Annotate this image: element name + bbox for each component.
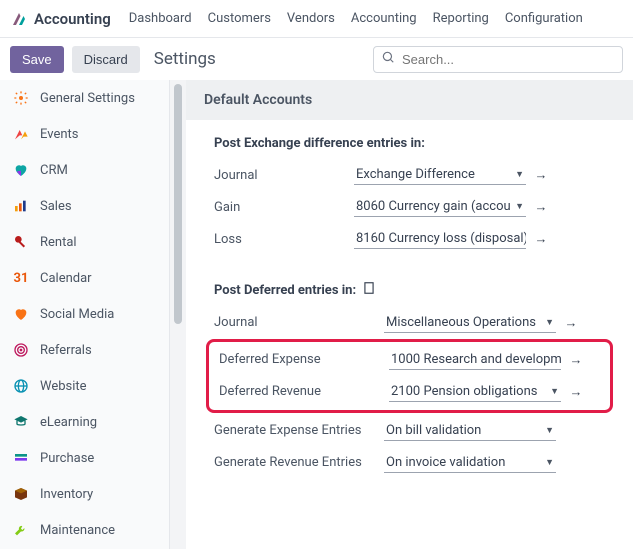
journal-label: Journal [214, 168, 354, 183]
nav-accounting[interactable]: Accounting [351, 11, 417, 26]
sidebar-item-calendar[interactable]: 31 Calendar [0, 260, 169, 296]
events-icon [12, 125, 30, 143]
wrench-icon [12, 521, 30, 539]
sidebar-item-purchase[interactable]: Purchase [0, 440, 169, 476]
external-link-icon[interactable]: → [532, 199, 550, 215]
deferred-journal-select[interactable]: Miscellaneous Operations▼ [384, 313, 556, 333]
sidebar-item-maintenance[interactable]: Maintenance [0, 512, 169, 548]
box-icon [12, 485, 30, 503]
sidebar-item-inventory[interactable]: Inventory [0, 476, 169, 512]
deferred-expense-label: Deferred Expense [219, 352, 389, 369]
external-link-icon[interactable]: → [532, 167, 550, 183]
building-icon [362, 281, 376, 299]
sidebar-item-events[interactable]: Events [0, 116, 169, 152]
app-logo-icon [10, 10, 28, 28]
sidebar-item-label: Sales [40, 199, 72, 214]
sidebar-item-general-settings[interactable]: General Settings [0, 80, 169, 116]
sidebar-item-referrals[interactable]: Referrals [0, 332, 169, 368]
search-wrap [373, 46, 623, 73]
external-link-icon[interactable]: → [532, 231, 550, 247]
sidebar-item-label: Website [40, 379, 87, 394]
sidebar-item-label: Maintenance [40, 523, 115, 538]
sidebar-item-social-media[interactable]: Social Media [0, 296, 169, 332]
chevron-down-icon: ▼ [515, 201, 524, 212]
nav-links: Dashboard Customers Vendors Accounting R… [129, 11, 583, 26]
discard-button[interactable]: Discard [72, 46, 140, 73]
gear-icon [12, 89, 30, 107]
chevron-down-icon: ▼ [545, 317, 554, 328]
calendar-icon: 31 [12, 269, 30, 287]
gain-account-select[interactable]: 8060 Currency gain (account)▼ [354, 197, 526, 217]
deferred-title: Post Deferred entries in: [214, 281, 605, 299]
gen-expense-select[interactable]: On bill validation▼ [384, 421, 556, 441]
nav-dashboard[interactable]: Dashboard [129, 11, 192, 26]
loss-account-select[interactable]: 8160 Currency loss (disposal)▼ [354, 229, 526, 249]
gen-expense-label: Generate Expense Entries [214, 423, 384, 440]
crm-icon [12, 161, 30, 179]
chevron-down-icon: ▼ [545, 457, 554, 468]
sidebar-item-label: Inventory [40, 487, 93, 502]
sales-icon [12, 197, 30, 215]
gen-revenue-select[interactable]: On invoice validation▼ [384, 453, 556, 473]
loss-label: Loss [214, 232, 354, 247]
search-icon [381, 50, 395, 68]
chevron-down-icon: ▼ [550, 386, 559, 397]
gain-label: Gain [214, 200, 354, 215]
deferred-journal-label: Journal [214, 315, 384, 332]
cap-icon [12, 413, 30, 431]
nav-reporting[interactable]: Reporting [433, 11, 489, 26]
deferred-expense-select[interactable]: 1000 Research and development▼ [389, 350, 561, 370]
exchange-title: Post Exchange difference entries in: [214, 136, 605, 151]
action-bar: Save Discard Settings [0, 38, 633, 80]
main-layout: General Settings Events CRM Sales Rental… [0, 80, 633, 549]
highlight-box: Deferred Expense 1000 Research and devel… [206, 339, 613, 413]
search-input[interactable] [373, 46, 623, 73]
chevron-down-icon: ▼ [515, 169, 524, 180]
sidebar-item-sales[interactable]: Sales [0, 188, 169, 224]
target-icon [12, 341, 30, 359]
exchange-journal-select[interactable]: Exchange Difference▼ [354, 165, 526, 185]
settings-content: Default Accounts Post Exchange differenc… [186, 80, 633, 549]
sidebar-item-label: Calendar [40, 271, 92, 286]
sidebar-item-label: Events [40, 127, 78, 142]
sidebar-scrollbar[interactable] [170, 80, 186, 549]
sidebar-item-elearning[interactable]: eLearning [0, 404, 169, 440]
sidebar-item-crm[interactable]: CRM [0, 152, 169, 188]
section-title: Default Accounts [186, 80, 633, 120]
app-brand[interactable]: Accounting [10, 10, 111, 28]
app-name: Accounting [34, 10, 111, 28]
top-nav: Accounting Dashboard Customers Vendors A… [0, 0, 633, 38]
exchange-block: Post Exchange difference entries in: Jou… [186, 120, 633, 265]
sidebar-item-label: Purchase [40, 451, 94, 466]
sidebar-item-label: Social Media [40, 307, 114, 322]
sidebar-item-label: CRM [40, 163, 68, 178]
globe-icon [12, 377, 30, 395]
breadcrumb: Settings [154, 49, 216, 69]
sidebar-item-rental[interactable]: Rental [0, 224, 169, 260]
deferred-block: Post Deferred entries in: Journal Miscel… [186, 265, 633, 489]
purchase-icon [12, 449, 30, 467]
sidebar-item-label: Rental [40, 235, 77, 250]
sidebar-item-label: Referrals [40, 343, 92, 358]
settings-sidebar: General Settings Events CRM Sales Rental… [0, 80, 170, 549]
gen-revenue-label: Generate Revenue Entries [214, 455, 384, 472]
nav-customers[interactable]: Customers [208, 11, 271, 26]
key-icon [12, 233, 30, 251]
deferred-revenue-label: Deferred Revenue [219, 384, 389, 401]
external-link-icon[interactable]: → [562, 315, 580, 331]
save-button[interactable]: Save [10, 46, 64, 73]
chevron-down-icon: ▼ [545, 425, 554, 436]
deferred-revenue-select[interactable]: 2100 Pension obligations▼ [389, 382, 561, 402]
nav-configuration[interactable]: Configuration [505, 11, 583, 26]
sidebar-item-label: General Settings [40, 91, 135, 106]
heart-icon [12, 305, 30, 323]
external-link-icon[interactable]: → [567, 352, 585, 368]
sidebar-item-label: eLearning [40, 415, 97, 430]
sidebar-item-website[interactable]: Website [0, 368, 169, 404]
external-link-icon[interactable]: → [567, 384, 585, 400]
nav-vendors[interactable]: Vendors [287, 11, 335, 26]
